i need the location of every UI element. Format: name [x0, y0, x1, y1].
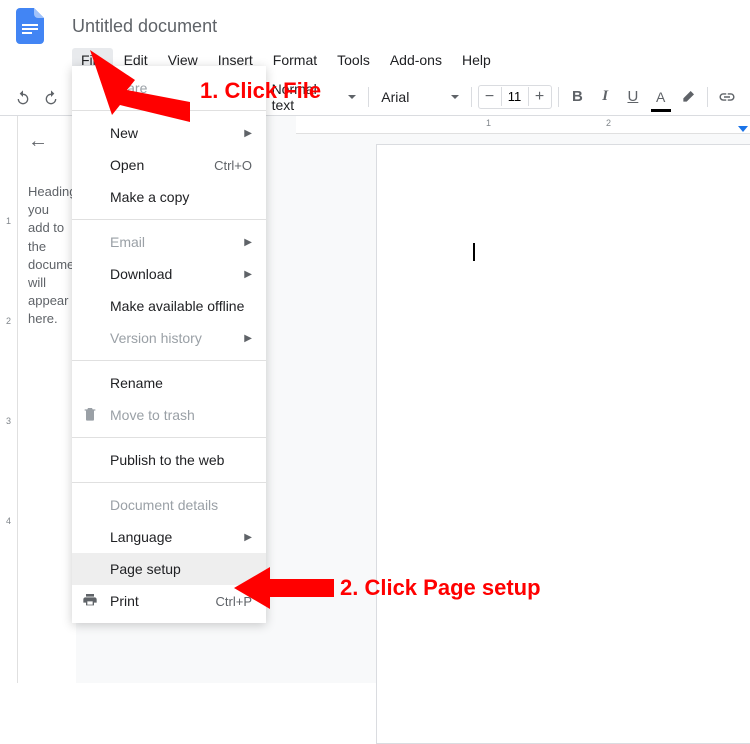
menu-item-email: Email ▶: [72, 226, 266, 258]
back-arrow-icon[interactable]: ←: [28, 130, 66, 153]
text-color-button[interactable]: A: [648, 84, 674, 110]
paragraph-style-label: Normal text: [272, 81, 343, 113]
font-size-decrease-button[interactable]: −: [479, 86, 501, 108]
menu-shortcut: Ctrl+P: [216, 594, 252, 609]
document-page[interactable]: [376, 144, 750, 744]
menu-item-print[interactable]: Print Ctrl+P: [72, 585, 266, 617]
menu-divider: [72, 482, 266, 483]
menu-addons[interactable]: Add-ons: [381, 48, 451, 72]
menu-item-label: Open: [110, 157, 144, 173]
menu-item-page-setup[interactable]: Page setup: [72, 553, 266, 585]
menu-item-document-details: Document details: [72, 489, 266, 521]
text-cursor: [473, 243, 475, 261]
menu-item-label: Make a copy: [110, 189, 189, 205]
menu-shortcut: Ctrl+O: [214, 158, 252, 173]
submenu-arrow-icon: ▶: [244, 333, 252, 344]
vertical-ruler: 1 2 3 4: [0, 116, 18, 683]
menu-item-publish-to-the-web[interactable]: Publish to the web: [72, 444, 266, 476]
ruler-tick: 1: [486, 118, 491, 128]
menu-divider: [72, 110, 266, 111]
menu-item-share: Share: [72, 72, 266, 104]
caret-down-icon: [348, 95, 356, 99]
menu-item-language[interactable]: Language ▶: [72, 521, 266, 553]
menu-item-label: Email: [110, 234, 145, 250]
separator: [707, 87, 708, 107]
font-size-group: − 11 +: [478, 85, 552, 109]
header: Untitled document: [0, 0, 750, 44]
ruler-tick: 2: [606, 118, 611, 128]
menu-item-make-a-copy[interactable]: Make a copy: [72, 181, 266, 213]
highlight-button[interactable]: [676, 84, 702, 110]
menu-divider: [72, 437, 266, 438]
menu-item-label: Publish to the web: [110, 452, 224, 468]
menu-item-label: Print: [110, 593, 139, 609]
file-dropdown-menu: ShareNew▶OpenCtrl+OMake a copyEmail▶Down…: [72, 66, 266, 623]
menu-item-label: Language: [110, 529, 172, 545]
menu-item-label: Rename: [110, 375, 163, 391]
paragraph-style-dropdown[interactable]: Normal text: [266, 84, 363, 110]
separator: [558, 87, 559, 107]
document-title[interactable]: Untitled document: [72, 16, 217, 37]
submenu-arrow-icon: ▶: [244, 269, 252, 280]
font-label: Arial: [381, 89, 409, 105]
menu-tools[interactable]: Tools: [328, 48, 379, 72]
menu-item-label: New: [110, 125, 138, 141]
font-size-increase-button[interactable]: +: [529, 86, 551, 108]
menu-help[interactable]: Help: [453, 48, 500, 72]
menu-divider: [72, 219, 266, 220]
ruler-tick: 3: [0, 416, 17, 426]
underline-button[interactable]: U: [620, 84, 646, 110]
italic-button[interactable]: I: [592, 84, 618, 110]
menu-item-rename[interactable]: Rename: [72, 367, 266, 399]
menu-format[interactable]: Format: [264, 48, 326, 72]
separator: [471, 87, 472, 107]
menu-item-label: Version history: [110, 330, 202, 346]
insert-link-button[interactable]: [714, 84, 740, 110]
menu-item-label: Make available offline: [110, 298, 244, 314]
horizontal-ruler: 1 2: [296, 116, 750, 134]
redo-button[interactable]: [38, 84, 64, 110]
submenu-arrow-icon: ▶: [244, 532, 252, 543]
outline-placeholder: Headings you add to the document will ap…: [28, 183, 66, 329]
menu-item-label: Share: [110, 80, 147, 96]
menu-item-label: Document details: [110, 497, 218, 513]
font-dropdown[interactable]: Arial: [375, 84, 464, 110]
menu-item-label: Move to trash: [110, 407, 195, 423]
separator: [368, 87, 369, 107]
menu-item-move-to-trash: Move to trash: [72, 399, 266, 431]
ruler-marker-icon[interactable]: [738, 126, 748, 132]
ruler-tick: 1: [0, 216, 17, 226]
print-icon: [82, 592, 98, 611]
menu-divider: [72, 360, 266, 361]
caret-down-icon: [451, 95, 459, 99]
outline-panel: ← Headings you add to the document will …: [18, 116, 76, 683]
ruler-tick: 4: [0, 516, 17, 526]
undo-button[interactable]: [10, 84, 36, 110]
menu-item-make-available-offline[interactable]: Make available offline: [72, 290, 266, 322]
ruler-tick: 2: [0, 316, 17, 326]
menu-item-label: Page setup: [110, 561, 181, 577]
trash-icon: [82, 406, 98, 425]
bold-button[interactable]: B: [565, 84, 591, 110]
menu-item-version-history: Version history ▶: [72, 322, 266, 354]
menu-item-open[interactable]: Open Ctrl+O: [72, 149, 266, 181]
menu-item-new[interactable]: New ▶: [72, 117, 266, 149]
menu-item-label: Download: [110, 266, 172, 282]
submenu-arrow-icon: ▶: [244, 237, 252, 248]
font-size-input[interactable]: 11: [501, 87, 529, 106]
menu-item-download[interactable]: Download ▶: [72, 258, 266, 290]
submenu-arrow-icon: ▶: [244, 128, 252, 139]
docs-logo-icon[interactable]: [12, 8, 48, 44]
